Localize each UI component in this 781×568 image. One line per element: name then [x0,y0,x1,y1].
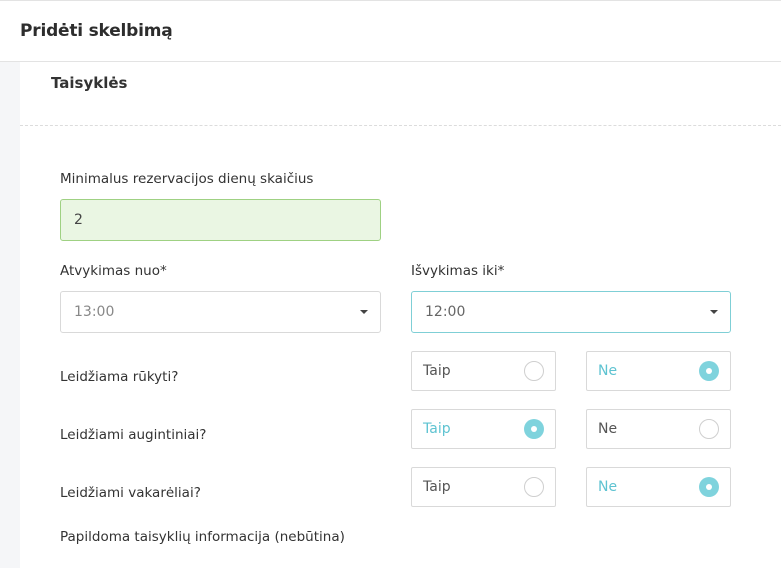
caret-down-icon [710,310,718,314]
radio-icon[interactable] [524,477,544,497]
check-in-select[interactable]: 13:00 [60,291,381,333]
option-label: Ne [598,421,618,437]
rule-smoking-no[interactable]: Ne [586,351,731,391]
radio-checked-icon[interactable] [699,361,719,381]
top-bar: Pridėti skelbimą [0,0,781,62]
rules-card: Taisyklės Minimalus rezervacijos dienų s… [20,62,781,568]
check-in-label: Atvykimas nuo* [60,263,167,279]
option-label: Ne [598,479,618,495]
rule-parties-yes[interactable]: Taip [411,467,556,507]
page-title: Pridėti skelbimą [20,21,173,41]
option-label: Ne [598,363,618,379]
rule-parties-label: Leidžiami vakarėliai? [60,485,201,501]
radio-checked-icon[interactable] [699,477,719,497]
rule-parties-no[interactable]: Ne [586,467,731,507]
card-header: Taisyklės [20,62,781,126]
check-out-value: 12:00 [425,304,466,320]
rule-smoking-label: Leidžiama rūkyti? [60,369,179,385]
option-label: Taip [423,479,451,495]
check-in-value: 13:00 [74,304,115,320]
radio-icon[interactable] [524,361,544,381]
radio-checked-icon[interactable] [524,419,544,439]
min-days-input[interactable]: 2 [60,199,381,241]
caret-down-icon [360,310,368,314]
check-out-select[interactable]: 12:00 [411,291,731,333]
rule-pets-label: Leidžiami augintiniai? [60,427,207,443]
option-label: Taip [423,421,451,437]
rule-pets-no[interactable]: Ne [586,409,731,449]
rule-smoking-yes[interactable]: Taip [411,351,556,391]
radio-icon[interactable] [699,419,719,439]
option-label: Taip [423,363,451,379]
extra-info-label: Papildoma taisyklių informacija (nebūtin… [60,529,345,545]
check-out-label: Išvykimas iki* [411,263,505,279]
min-days-label: Minimalus rezervacijos dienų skaičius [60,171,314,187]
section-title: Taisyklės [51,74,128,92]
rule-pets-yes[interactable]: Taip [411,409,556,449]
